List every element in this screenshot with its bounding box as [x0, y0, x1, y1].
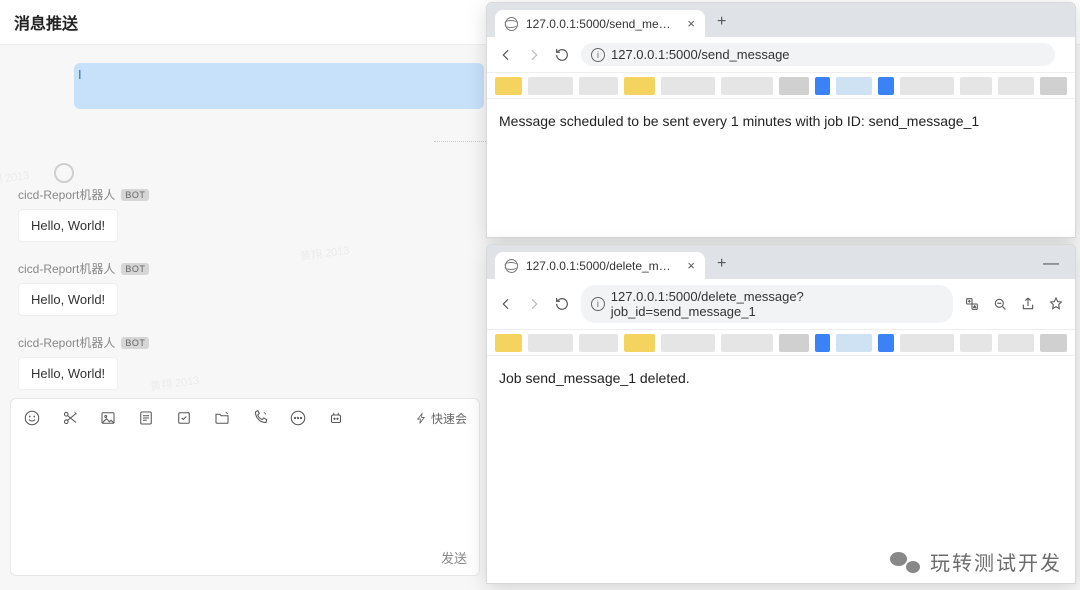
bookmark-item[interactable]: [579, 334, 619, 352]
browser-window-delete: 127.0.0.1:5000/delete_messag × + — i 127…: [486, 244, 1076, 584]
more-icon[interactable]: [289, 409, 307, 427]
bookmark-bar: [487, 73, 1075, 99]
bookmark-item[interactable]: [721, 334, 773, 352]
new-tab-button[interactable]: +: [711, 11, 732, 37]
message-bubble[interactable]: Hello, World!: [18, 283, 118, 316]
bookmark-item[interactable]: [878, 77, 894, 95]
phone-icon[interactable]: [251, 409, 269, 427]
close-icon[interactable]: ×: [687, 16, 695, 31]
new-tab-button[interactable]: +: [711, 253, 732, 279]
bookmark-item[interactable]: [998, 77, 1034, 95]
avatar-placeholder: [54, 163, 74, 183]
bookmark-item[interactable]: [528, 334, 573, 352]
forward-button[interactable]: [525, 46, 543, 64]
site-info-icon[interactable]: i: [591, 297, 605, 311]
bookmark-item[interactable]: [1040, 77, 1067, 95]
task-icon[interactable]: [175, 409, 193, 427]
share-icon[interactable]: [1019, 295, 1037, 313]
bookmark-item[interactable]: [721, 77, 773, 95]
image-icon[interactable]: [99, 409, 117, 427]
browser-tab[interactable]: 127.0.0.1:5000/delete_messag ×: [495, 252, 705, 279]
bookmark-bar: [487, 330, 1075, 356]
quick-label: 快速会: [431, 410, 467, 427]
window-minimize-placeholder[interactable]: [1051, 31, 1067, 37]
page-content: Job send_message_1 deleted.: [487, 356, 1075, 400]
composer-toolbar: 快速会: [11, 399, 479, 437]
bookmark-item[interactable]: [878, 334, 894, 352]
site-info-icon[interactable]: i: [591, 48, 605, 62]
note-icon[interactable]: [137, 409, 155, 427]
star-icon[interactable]: [1047, 295, 1065, 313]
back-button[interactable]: [497, 295, 515, 313]
bookmark-item[interactable]: [900, 77, 954, 95]
url-field[interactable]: i 127.0.0.1:5000/send_message: [581, 43, 1055, 66]
tab-title: 127.0.0.1:5000/send_message: [526, 17, 676, 31]
message-composer: 快速会 发送: [10, 398, 480, 576]
tab-strip: 127.0.0.1:5000/delete_messag × + —: [487, 245, 1075, 279]
tab-title: 127.0.0.1:5000/delete_messag: [526, 259, 676, 273]
bookmark-item[interactable]: [836, 77, 872, 95]
bot-badge: BOT: [121, 337, 149, 349]
forward-button[interactable]: [525, 295, 543, 313]
sender-name: cicd-Report机器人: [18, 260, 115, 277]
bookmark-item[interactable]: [779, 334, 810, 352]
message-bubble[interactable]: Hello, World!: [18, 209, 118, 242]
message-bubble[interactable]: Hello, World!: [18, 357, 118, 390]
wechat-icon: [890, 550, 920, 574]
bookmark-item[interactable]: [528, 77, 573, 95]
reload-button[interactable]: [553, 46, 571, 64]
bookmark-item[interactable]: [1040, 334, 1067, 352]
highlighted-message[interactable]: I tu: [74, 63, 484, 109]
send-button[interactable]: 发送: [441, 548, 467, 567]
robot-icon[interactable]: [327, 409, 345, 427]
bookmark-item[interactable]: [815, 334, 829, 352]
bookmark-item[interactable]: [960, 334, 992, 352]
bookmark-item[interactable]: [779, 77, 810, 95]
back-button[interactable]: [497, 46, 515, 64]
tab-strip: 127.0.0.1:5000/send_message × +: [487, 3, 1075, 37]
reload-button[interactable]: [553, 295, 571, 313]
bookmark-item[interactable]: [900, 334, 954, 352]
page-content: Message scheduled to be sent every 1 min…: [487, 99, 1075, 143]
translate-icon[interactable]: [963, 295, 981, 313]
zoom-icon[interactable]: [991, 295, 1009, 313]
bookmark-item[interactable]: [998, 334, 1034, 352]
browser-tab[interactable]: 127.0.0.1:5000/send_message ×: [495, 10, 705, 37]
footer-text: 玩转测试开发: [930, 547, 1062, 576]
footer-watermark: 玩转测试开发: [890, 547, 1062, 576]
folder-icon[interactable]: [213, 409, 231, 427]
window-minimize-placeholder[interactable]: —: [1035, 255, 1067, 279]
url-field[interactable]: i 127.0.0.1:5000/delete_message?job_id=s…: [581, 285, 953, 323]
browser-window-send: 127.0.0.1:5000/send_message × + i 127.0.…: [486, 2, 1076, 238]
bookmark-item[interactable]: [495, 334, 522, 352]
bookmark-item[interactable]: [624, 334, 655, 352]
address-bar-actions: [963, 295, 1065, 313]
sender-name: cicd-Report机器人: [18, 186, 115, 203]
close-icon[interactable]: ×: [687, 258, 695, 273]
bookmark-item[interactable]: [624, 77, 655, 95]
globe-icon: [505, 17, 518, 31]
globe-icon: [505, 259, 518, 273]
url-text: 127.0.0.1:5000/delete_message?job_id=sen…: [611, 289, 943, 319]
url-text: 127.0.0.1:5000/send_message: [611, 47, 790, 62]
quick-reply-button[interactable]: 快速会: [415, 410, 467, 427]
bookmark-item[interactable]: [661, 77, 715, 95]
bookmark-item[interactable]: [495, 77, 522, 95]
bot-badge: BOT: [121, 189, 149, 201]
emoji-icon[interactable]: [23, 409, 41, 427]
address-bar: i 127.0.0.1:5000/delete_message?job_id=s…: [487, 279, 1075, 330]
sender-name: cicd-Report机器人: [18, 334, 115, 351]
bookmark-item[interactable]: [661, 334, 715, 352]
scissors-icon[interactable]: [61, 409, 79, 427]
address-bar: i 127.0.0.1:5000/send_message: [487, 37, 1075, 73]
bookmark-item[interactable]: [836, 334, 872, 352]
bookmark-item[interactable]: [579, 77, 619, 95]
bot-badge: BOT: [121, 263, 149, 275]
bookmark-item[interactable]: [815, 77, 829, 95]
bookmark-item[interactable]: [960, 77, 992, 95]
highlight-prefix: I: [78, 67, 82, 82]
